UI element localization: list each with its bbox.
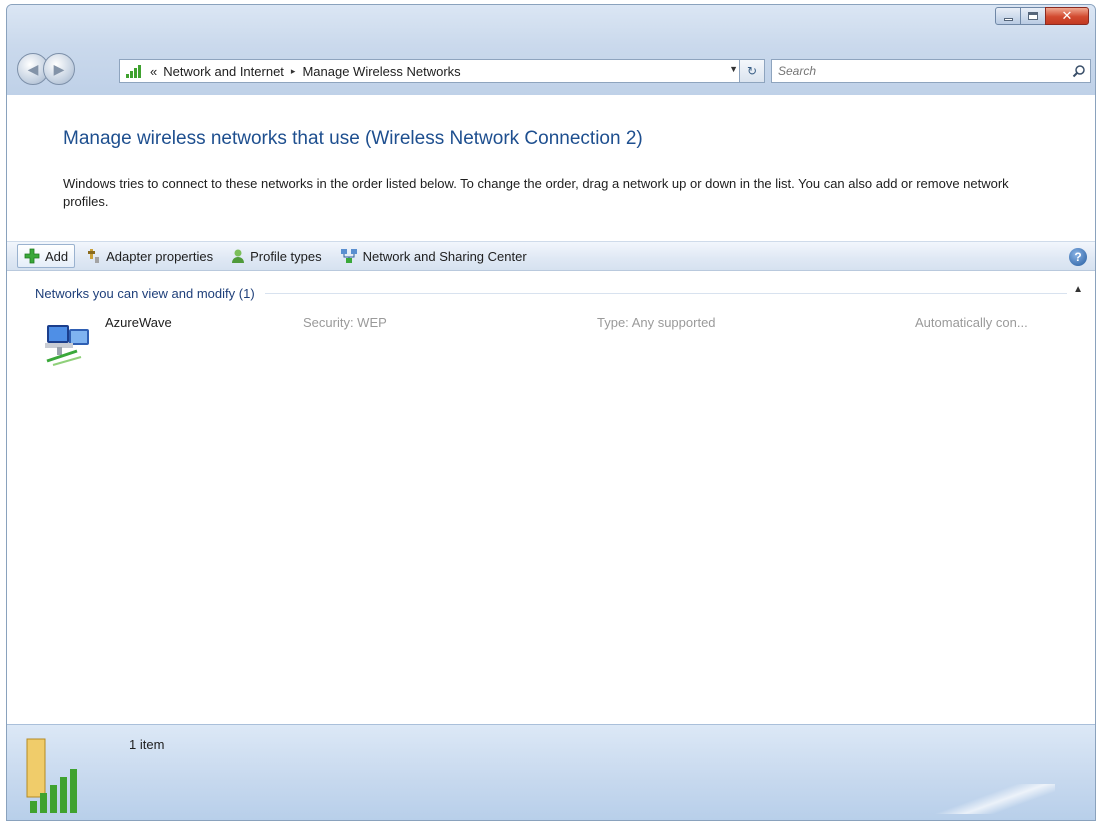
profile-user-icon — [231, 248, 245, 264]
breadcrumb: « Network and Internet ▸ Manage Wireless… — [150, 64, 461, 79]
network-type: Type: Any supported — [597, 315, 716, 330]
decorative-swoosh — [935, 784, 1055, 814]
wireless-signal-folder-icon — [21, 737, 109, 820]
profile-types-button[interactable]: Profile types — [225, 244, 328, 268]
adapter-properties-label: Adapter properties — [106, 248, 214, 264]
network-security: Security: WEP — [303, 315, 387, 330]
collapse-chevron-icon[interactable]: ▲ — [1073, 284, 1083, 295]
wireless-network-icon — [43, 317, 99, 376]
back-arrow-icon: ◀ — [27, 60, 39, 77]
refresh-icon: ↻ — [746, 64, 758, 78]
add-button-label: Add — [45, 248, 69, 264]
add-button[interactable]: Add — [17, 244, 76, 268]
list-item[interactable]: AzureWave Security: WEP Type: Any suppor… — [35, 309, 1067, 377]
page-description: Windows tries to connect to these networ… — [63, 176, 1009, 209]
item-count: 1 item — [129, 737, 165, 752]
address-bar[interactable]: « Network and Internet ▸ Manage Wireless… — [119, 59, 765, 83]
breadcrumb-manage-wireless-networks[interactable]: Manage Wireless Networks — [302, 64, 460, 79]
forward-button[interactable]: ▶ — [43, 53, 75, 85]
breadcrumb-overflow[interactable]: « — [150, 64, 157, 79]
group-header-label: Networks you can view and modify (1) — [35, 285, 255, 301]
add-icon — [24, 248, 40, 264]
navigation-buttons: ◀ ▶ — [17, 53, 75, 85]
details-pane: 1 item — [7, 724, 1095, 820]
command-bar: Add Adapter properties Profile types Net… — [7, 241, 1095, 271]
search-icon[interactable] — [1068, 64, 1090, 78]
group-header[interactable]: Networks you can view and modify (1) ▲ — [35, 284, 1083, 301]
help-icon[interactable]: ? — [1069, 248, 1087, 266]
network-sharing-center-button[interactable]: Network and Sharing Center — [334, 244, 533, 268]
close-button[interactable]: ✕ — [1045, 7, 1089, 25]
minimize-icon — [1003, 17, 1013, 21]
caption-buttons: ✕ — [995, 7, 1089, 25]
forward-arrow-icon: ▶ — [53, 60, 65, 77]
maximize-button[interactable] — [1020, 7, 1046, 25]
adapter-properties-button[interactable]: Adapter properties — [81, 244, 219, 268]
group-divider — [264, 292, 1067, 294]
window-chrome: ✕ ◀ ▶ « Network and Internet ▸ Manage Wi… — [7, 5, 1095, 95]
adapter-icon — [87, 248, 101, 264]
network-connection-mode: Automatically con... — [915, 315, 1028, 330]
address-dropdown-icon[interactable]: ▼ — [729, 64, 738, 74]
maximize-icon — [1028, 12, 1038, 20]
breadcrumb-separator[interactable]: ▸ — [291, 66, 296, 77]
minimize-button[interactable] — [995, 7, 1021, 25]
refresh-button[interactable]: ↻ — [739, 59, 765, 83]
network-name: AzureWave — [105, 315, 172, 330]
page-title: Manage wireless networks that use (Wirel… — [63, 128, 643, 149]
explorer-window: ✕ ◀ ▶ « Network and Internet ▸ Manage Wi… — [6, 4, 1096, 821]
breadcrumb-network-and-internet[interactable]: Network and Internet — [163, 64, 284, 79]
search-box — [771, 59, 1091, 83]
network-sharing-center-label: Network and Sharing Center — [362, 248, 527, 264]
search-input[interactable] — [772, 61, 1068, 81]
network-signal-icon — [126, 64, 144, 78]
close-icon: ✕ — [1061, 8, 1073, 24]
profile-types-label: Profile types — [250, 248, 322, 264]
content-pane: Manage wireless networks that use (Wirel… — [7, 95, 1095, 724]
network-sharing-icon — [340, 248, 358, 264]
